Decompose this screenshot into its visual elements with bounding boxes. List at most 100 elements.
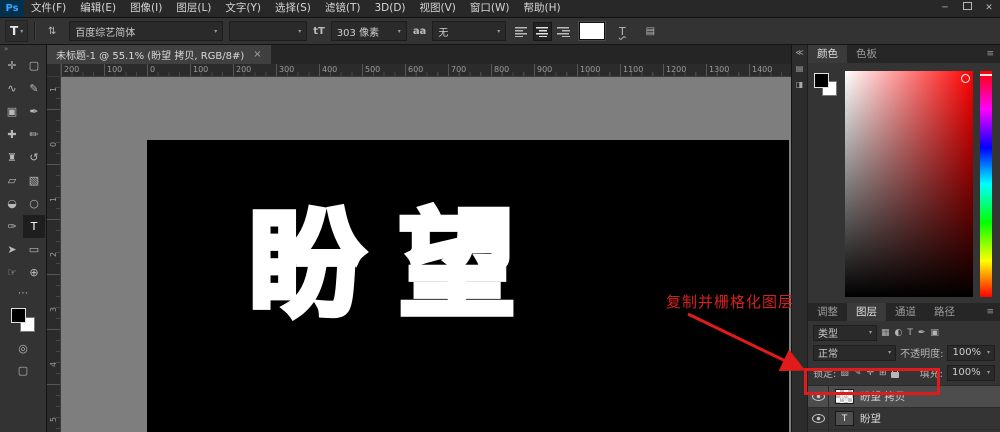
tab-路径[interactable]: 路径 [925,303,964,321]
tab-通道[interactable]: 通道 [886,303,925,321]
chevron-down-icon: ▾ [292,28,301,35]
brush-tool[interactable]: ✏ [23,123,45,146]
collapsed-panel-icon-2[interactable]: ◨ [796,80,804,89]
ruler-label: 400 [322,65,337,74]
align-right-button[interactable] [554,22,573,41]
screen-mode-button[interactable]: ▢ [18,364,28,377]
restore-button[interactable] [956,0,978,17]
align-left-button[interactable] [512,22,531,41]
history-brush-tool[interactable]: ↺ [23,146,45,169]
visibility-toggle[interactable] [808,408,829,429]
menu-item[interactable]: 文件(F) [24,0,73,17]
color-panel-fgbg[interactable] [814,71,838,297]
collapsed-panel-icon-1[interactable]: ▤ [796,64,804,73]
menu-item[interactable]: 编辑(E) [73,0,123,17]
foreground-color-swatch[interactable] [814,73,829,88]
text-orientation-toggle[interactable]: ⇅ [41,22,63,41]
healing-brush-tool[interactable]: ✚ [1,123,23,146]
color-panel-body [808,63,1000,303]
panel-menu-icon[interactable]: ≡ [986,307,994,317]
hue-slider[interactable] [980,71,992,297]
gradient-tool[interactable]: ▧ [23,169,45,192]
align-left-icon [515,26,528,37]
move-tool[interactable]: ✛ [1,54,23,77]
chevron-down-icon: ▾ [392,28,401,35]
zoom-tool[interactable]: ⊕ [23,261,45,284]
filter-smart-objects-icon[interactable]: ▣ [930,328,939,338]
menu-items: 文件(F)编辑(E)图像(I)图层(L)文字(Y)选择(S)滤镜(T)3D(D)… [24,0,568,17]
filter-shape-layers-icon[interactable]: ✒ [918,328,926,338]
menu-item[interactable]: 视图(V) [413,0,463,17]
ruler-label: 300 [279,65,294,74]
align-center-button[interactable] [533,22,552,41]
text-color-swatch[interactable] [579,22,605,40]
menu-item[interactable]: 3D(D) [367,0,412,17]
quick-mask-button[interactable]: ◎ [18,342,28,355]
edit-toolbar-icon[interactable]: ⋯ [18,288,28,299]
pen-tool[interactable]: ✑ [1,215,23,238]
blend-mode-value: 正常 [818,345,838,360]
window-controls: ─ ✕ [934,0,1000,17]
minimize-button[interactable]: ─ [934,0,956,17]
layer-thumbnail[interactable]: T [835,411,854,426]
layer-name[interactable]: 盼望 [860,411,881,426]
document-tab[interactable]: 未标题-1 @ 55.1% (盼望 拷贝, RGB/8#) × [47,45,271,64]
ruler-label: 1 [49,83,58,96]
blur-tool[interactable]: ◒ [1,192,23,215]
fill-select[interactable]: 100% ▾ [947,365,995,381]
eraser-tool[interactable]: ▱ [1,169,23,192]
foreground-color-swatch[interactable] [11,308,26,323]
divider [34,22,35,40]
anti-alias-select[interactable]: 无 ▾ [432,21,506,41]
menu-item[interactable]: 滤镜(T) [318,0,368,17]
menu-item[interactable]: 图像(I) [123,0,169,17]
font-style-select[interactable]: ▾ [229,21,307,41]
type-tool[interactable]: T [23,215,45,238]
dodge-tool[interactable]: ○ [23,192,45,215]
quick-select-tool[interactable]: ✎ [23,77,45,100]
opacity-select[interactable]: 100% ▾ [947,345,995,361]
filter-type-layers-icon[interactable]: T [907,328,913,338]
filter-pixel-layers-icon[interactable]: ▦ [881,328,890,338]
ruler-label: 800 [494,65,509,74]
collapse-panels-icon[interactable]: ≪ [795,48,803,57]
menu-item[interactable]: 窗口(W) [463,0,517,17]
saturation-brightness-field[interactable] [845,71,973,297]
document-canvas[interactable]: 盼望 [147,140,789,432]
lasso-tool[interactable]: ∿ [1,77,23,100]
filter-adjustment-layers-icon[interactable]: ◐ [895,328,903,338]
shape-tool[interactable]: ▭ [23,238,45,261]
font-size-select[interactable]: 303 像素 ▾ [331,21,407,41]
tab-颜色[interactable]: 颜色 [808,45,847,63]
clone-stamp-tool[interactable]: ♜ [1,146,23,169]
layer-row[interactable]: T 盼望 [808,408,1000,430]
menu-item[interactable]: 图层(L) [169,0,218,17]
character-panel-toggle[interactable]: ▤ [639,22,661,41]
hand-tool[interactable]: ☞ [1,261,23,284]
tab-close-icon[interactable]: × [253,49,261,60]
menu-item[interactable]: 选择(S) [268,0,318,17]
close-button[interactable]: ✕ [978,0,1000,17]
font-family-select[interactable]: 百度综艺简体 ▾ [69,21,223,41]
path-select-tool[interactable]: ➤ [1,238,23,261]
tab-色板[interactable]: 色板 [847,45,886,63]
chevron-down-icon: ▾ [884,349,891,356]
foreground-background-swatches[interactable] [10,307,36,333]
blend-mode-select[interactable]: 正常 ▾ [813,345,896,361]
font-family-value: 百度综艺简体 [75,24,135,39]
crop-tool[interactable]: ▣ [1,100,23,123]
toolbar-collapse-icon[interactable]: » [0,45,8,54]
menu-item[interactable]: 帮助(H) [517,0,568,17]
tab-图层[interactable]: 图层 [847,303,886,321]
layer-filter-row: 类型 ▾ ▦ ◐ T ✒ ▣ [813,324,995,341]
horizontal-ruler[interactable]: 2001000100200300400500600700800900100011… [61,64,792,77]
vertical-ruler[interactable]: 1012345 [47,77,61,432]
tool-preset-picker[interactable]: T ▾ [5,20,28,42]
menu-item[interactable]: 文字(Y) [218,0,268,17]
eyedropper-tool[interactable]: ✒ [23,100,45,123]
warp-text-button[interactable]: T [611,22,633,41]
marquee-tool[interactable]: ▢ [23,54,45,77]
layer-filter-select[interactable]: 类型 ▾ [813,325,877,341]
ruler-label: 500 [365,65,380,74]
panel-menu-icon[interactable]: ≡ [986,49,994,59]
